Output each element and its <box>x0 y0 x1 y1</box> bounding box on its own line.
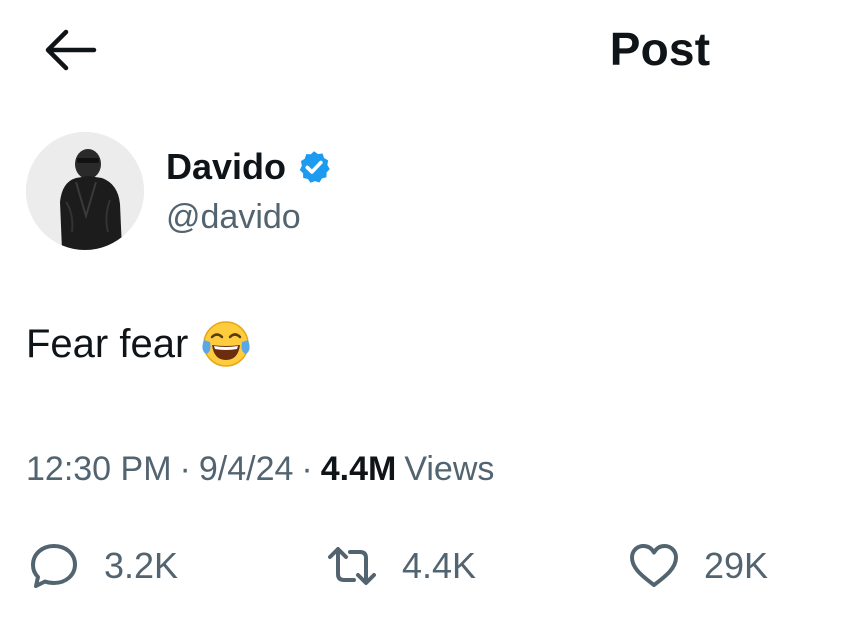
user-handle[interactable]: @davido <box>166 198 301 237</box>
back-button[interactable] <box>38 26 102 78</box>
reply-count: 3.2K <box>104 545 179 586</box>
tweet-text: Fear fear <box>26 321 189 366</box>
arrow-left-icon <box>42 28 98 77</box>
like-button[interactable]: 29K <box>628 540 768 592</box>
repost-icon <box>326 540 378 592</box>
views-label: Views <box>404 450 495 488</box>
top-bar: Post <box>0 0 858 110</box>
page-title: Post <box>609 23 711 75</box>
tweet-meta: 12:30 PM · 9/4/24 · 4.4M Views <box>26 450 494 489</box>
author-block: Davido @davido <box>26 132 826 252</box>
name-row: Davido <box>166 146 332 188</box>
display-name[interactable]: Davido <box>166 146 286 188</box>
tweet-date[interactable]: 9/4/24 <box>199 450 294 489</box>
like-count: 29K <box>704 545 769 586</box>
meta-separator: · <box>179 450 191 488</box>
repost-button[interactable]: 4.4K <box>326 540 476 592</box>
verified-badge-icon[interactable] <box>296 149 332 185</box>
reply-icon <box>28 540 80 592</box>
tweet-time[interactable]: 12:30 PM <box>26 450 172 489</box>
avatar[interactable] <box>26 132 144 250</box>
meta-separator: · <box>301 450 313 488</box>
views-count[interactable]: 4.4M <box>321 450 397 489</box>
face-with-tears-of-joy-icon <box>200 318 252 370</box>
action-bar: 3.2K 4.4K 29K <box>0 530 858 610</box>
tweet-body: Fear fear <box>26 318 252 370</box>
repost-count: 4.4K <box>402 545 477 586</box>
reply-button[interactable]: 3.2K <box>28 540 178 592</box>
heart-icon <box>628 540 680 592</box>
